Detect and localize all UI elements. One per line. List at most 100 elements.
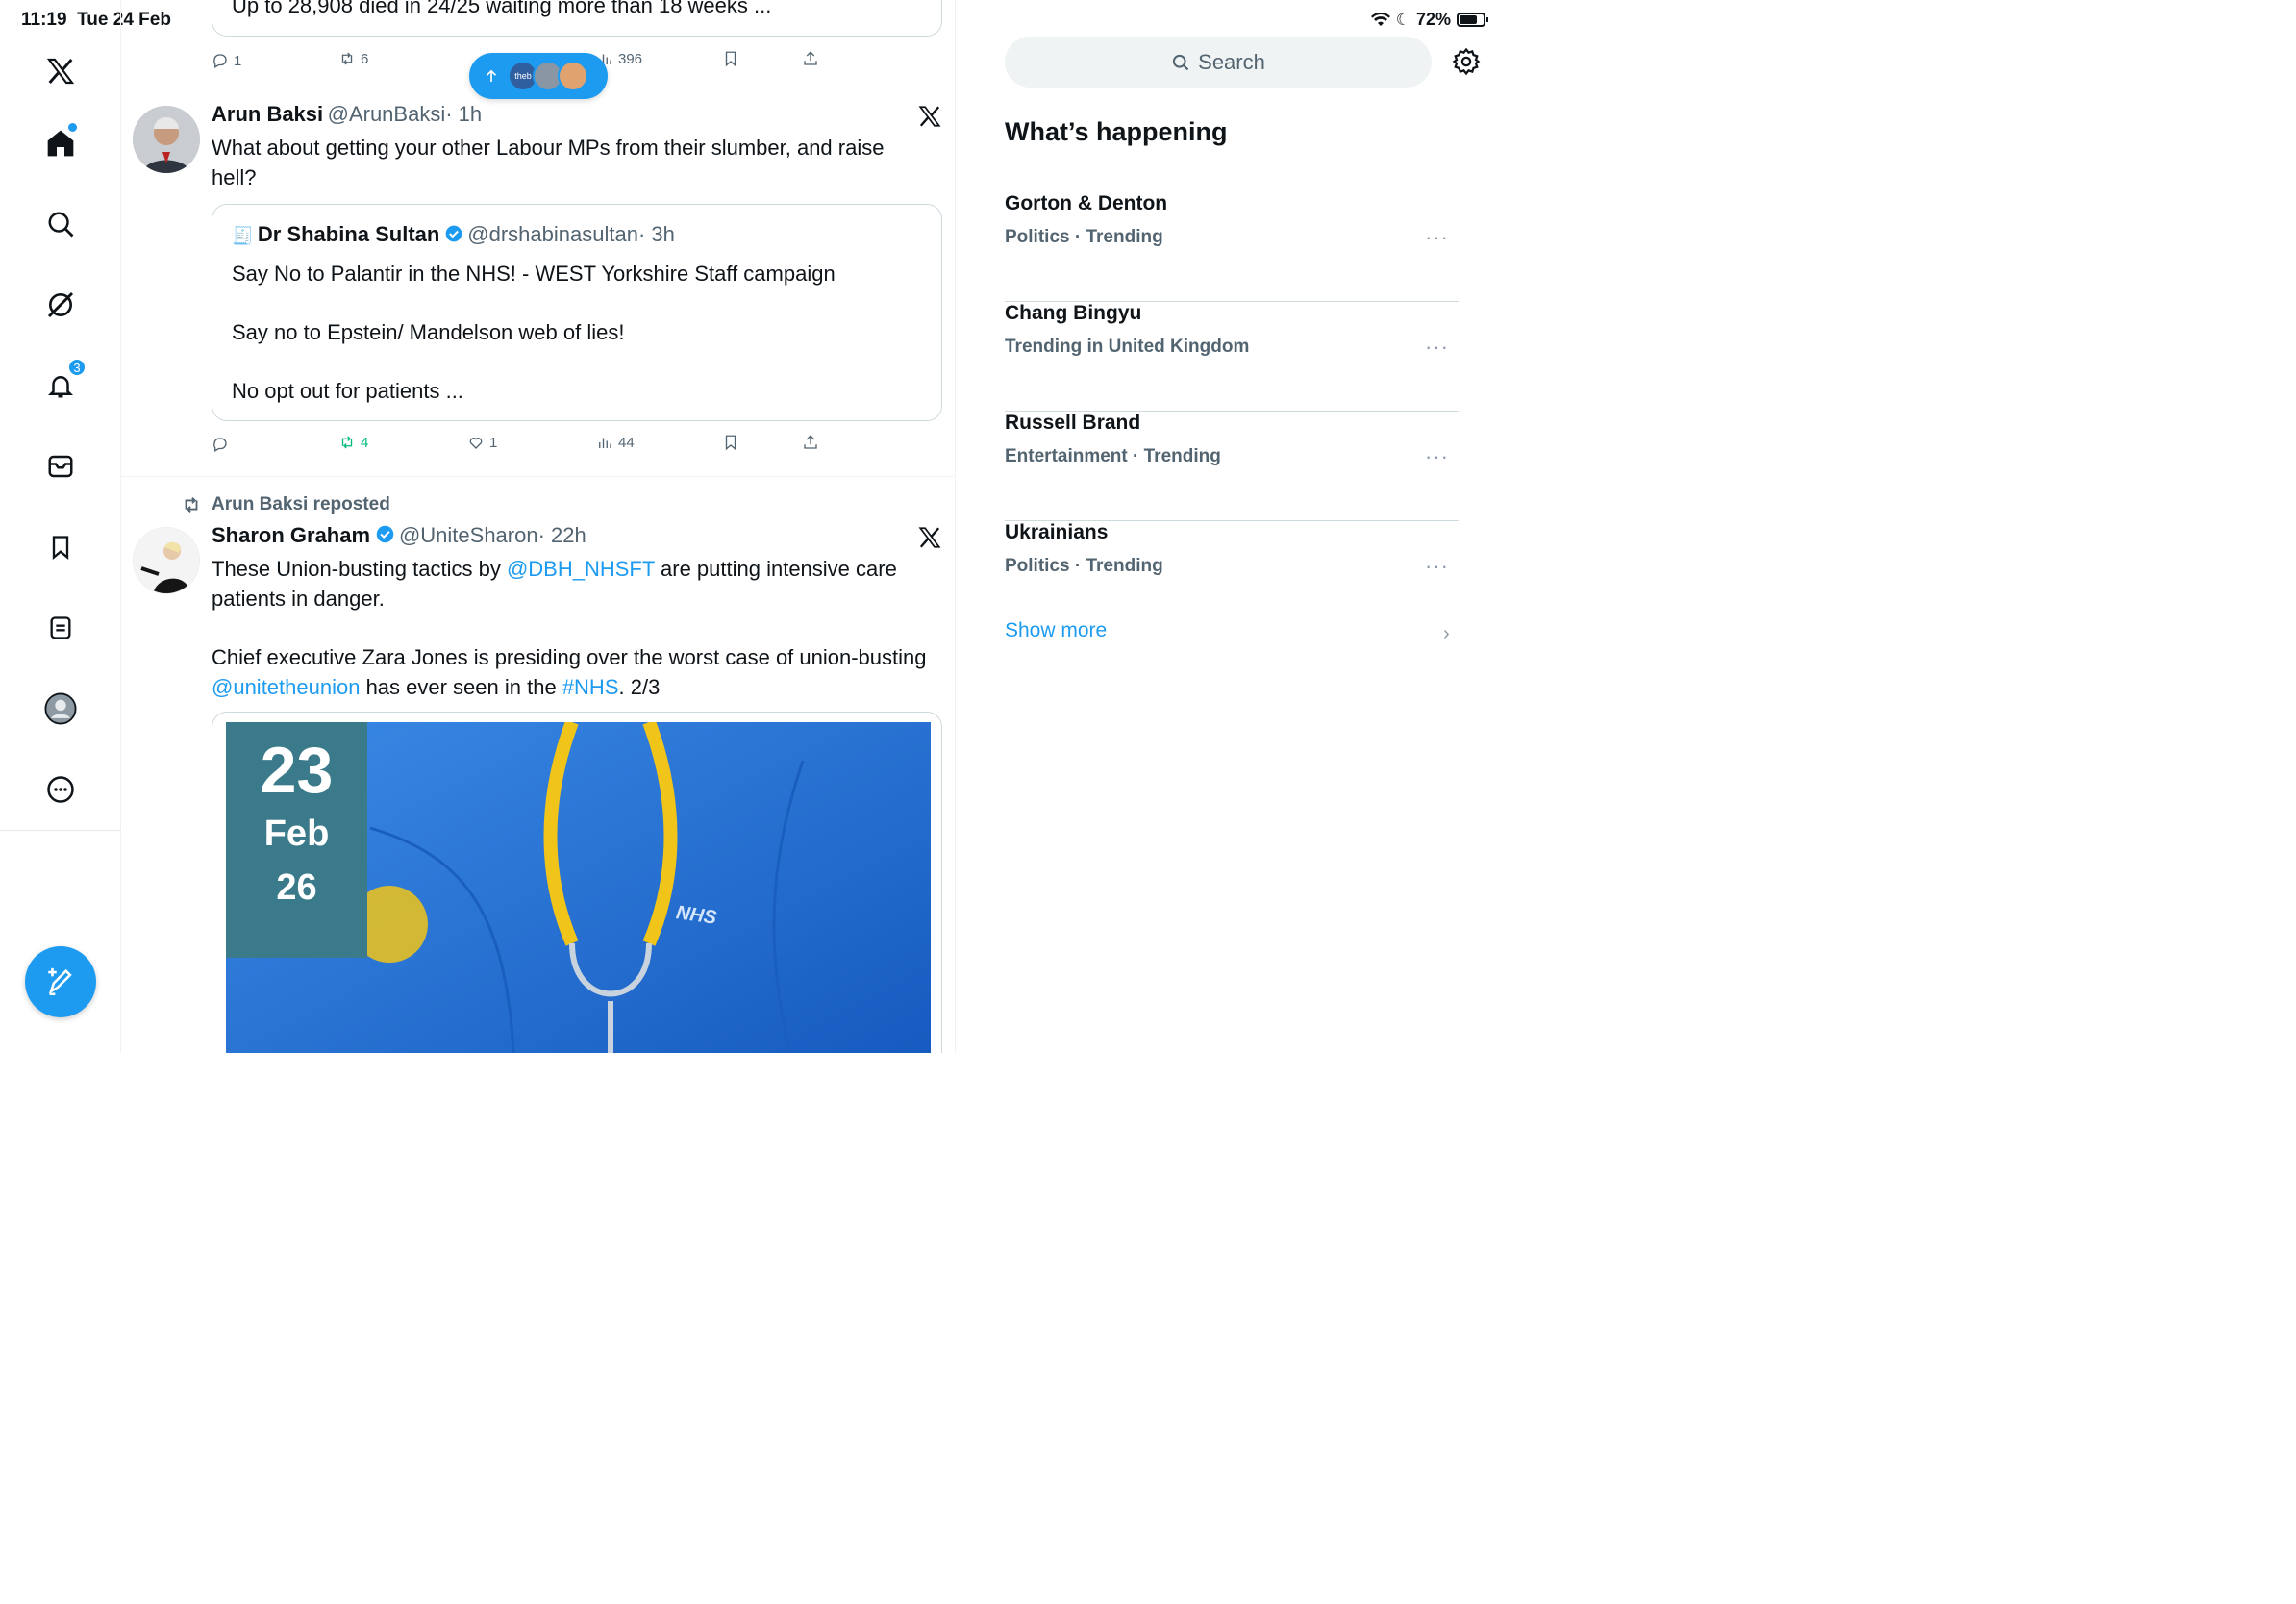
trend-more-icon[interactable]: ··· xyxy=(1425,225,1449,250)
heart-icon xyxy=(469,438,483,449)
repost-button-active[interactable]: 4 xyxy=(338,434,368,451)
lists-icon[interactable] xyxy=(38,606,83,650)
author-name[interactable]: Sharon Graham xyxy=(212,523,370,547)
settings-gear-icon[interactable] xyxy=(1449,44,1484,79)
bookmark-icon xyxy=(725,435,736,451)
moon-icon: ☾ xyxy=(1395,10,1410,29)
messages-icon[interactable] xyxy=(38,444,83,489)
views-button[interactable]: 44 xyxy=(596,434,635,451)
author-handle[interactable]: @ArunBaksi xyxy=(328,102,446,126)
compose-feather-icon xyxy=(48,967,72,996)
trend-item[interactable]: Chang Bingyu Trending in United Kingdom … xyxy=(1005,302,1459,412)
trend-meta: Trending in United Kingdom xyxy=(1005,337,1250,357)
repost-icon xyxy=(185,497,198,513)
home-unread-dot xyxy=(68,123,77,132)
date-year: 26 xyxy=(276,867,317,908)
verified-badge-icon xyxy=(445,225,462,242)
bookmark-button[interactable] xyxy=(722,50,739,67)
bookmark-button[interactable] xyxy=(722,434,739,451)
bookmarks-icon[interactable] xyxy=(38,525,83,569)
tweet-header: Arun Baksi @ArunBaksi· 1h xyxy=(212,102,482,127)
trend-meta: Politics · Trending xyxy=(1005,556,1163,576)
timeline[interactable]: Up to 28,908 died in 24/25 waiting more … xyxy=(121,0,956,1053)
share-icon xyxy=(804,51,817,65)
grok-icon[interactable] xyxy=(38,283,83,327)
quote-line-1: Say No to Palantir in the NHS! - WEST Yo… xyxy=(232,262,836,286)
mention-link[interactable]: @unitetheunion xyxy=(212,675,360,699)
mention-link[interactable]: @DBH_NHSFT xyxy=(507,557,655,581)
share-icon xyxy=(804,435,817,449)
top-quote-card[interactable]: Up to 28,908 died in 24/25 waiting more … xyxy=(212,0,942,37)
tweet-header: Sharon Graham @UniteSharon· 22h xyxy=(212,523,586,548)
reply-button[interactable]: 1 xyxy=(212,52,241,69)
quote-line-3: No opt out for patients ... xyxy=(232,379,463,403)
avatar[interactable] xyxy=(133,106,200,173)
trend-more-icon[interactable]: ··· xyxy=(1425,335,1449,360)
tweet-text: What about getting your other Labour MPs… xyxy=(212,136,885,189)
trend-more-icon[interactable]: ··· xyxy=(1425,444,1449,469)
trend-name: Gorton & Denton xyxy=(1005,192,1168,214)
battery-icon xyxy=(1457,13,1488,27)
tweet-time: · 22h xyxy=(537,523,586,547)
receipt-emoji-icon: 🧾 xyxy=(232,226,254,245)
date-month: Feb xyxy=(263,814,330,854)
quote-line-2: Say no to Epstein/ Mandelson web of lies… xyxy=(232,320,625,344)
repost-button[interactable]: 6 xyxy=(338,50,368,67)
quote-time: · 3h xyxy=(637,222,675,246)
date-day: 23 xyxy=(260,734,334,807)
x-source-icon xyxy=(917,525,942,555)
x-source-icon xyxy=(917,104,942,134)
tweet-media-image[interactable]: NHS 23 Feb 26 xyxy=(212,712,942,1053)
hashtag-link[interactable]: #NHS xyxy=(562,675,619,699)
trend-meta: Politics · Trending xyxy=(1005,227,1163,247)
new-posts-pill[interactable]: theb xyxy=(469,53,608,99)
reply-icon xyxy=(213,54,227,68)
author-name[interactable]: Arun Baksi xyxy=(212,102,323,126)
share-button[interactable] xyxy=(802,50,819,67)
trend-item[interactable]: Ukrainians Politics · Trending ··· xyxy=(1005,521,1459,631)
quote-header: 🧾 Dr Shabina Sultan @drshabinasultan· 3h xyxy=(232,222,675,247)
share-button[interactable] xyxy=(802,434,819,451)
trend-name: Russell Brand xyxy=(1005,412,1141,434)
notifications-badge: 3 xyxy=(67,358,87,377)
search-input[interactable]: Search xyxy=(1005,37,1432,88)
reply-icon xyxy=(213,438,227,452)
repost-icon xyxy=(341,52,353,65)
show-more-link[interactable]: Show more xyxy=(1005,619,1107,642)
trend-name: Ukrainians xyxy=(1005,521,1109,543)
tweet-text-paragraph-2: Chief executive Zara Jones is presiding … xyxy=(212,645,927,699)
x-logo-icon[interactable] xyxy=(38,49,83,93)
compose-button[interactable] xyxy=(25,946,96,1017)
avatar[interactable] xyxy=(133,527,200,594)
sidebar-divider xyxy=(0,830,121,831)
tweet-time: · 1h xyxy=(445,102,483,126)
like-button[interactable]: 1 xyxy=(467,434,497,451)
profile-avatar-icon[interactable] xyxy=(38,687,83,731)
quoted-tweet[interactable]: 🧾 Dr Shabina Sultan @drshabinasultan· 3h… xyxy=(212,204,942,421)
tweet-text-paragraph-1: These Union-busting tactics by @DBH_NHSF… xyxy=(212,557,897,611)
quote-author-name: Dr Shabina Sultan xyxy=(257,222,440,246)
views-icon xyxy=(599,438,611,448)
trend-meta: Entertainment · Trending xyxy=(1005,446,1221,466)
reply-button[interactable] xyxy=(212,436,234,453)
repost-icon xyxy=(341,436,353,449)
author-handle[interactable]: @UniteSharon xyxy=(399,523,538,547)
trend-item[interactable]: Russell Brand Entertainment · Trending ·… xyxy=(1005,412,1459,521)
search-icon xyxy=(1173,54,1189,70)
notifications-bell-icon[interactable]: 3 xyxy=(38,358,87,408)
tweet-separator xyxy=(121,476,955,477)
chevron-right-icon[interactable]: › xyxy=(1443,623,1450,645)
date-tile: 23 Feb 26 xyxy=(226,722,367,958)
quote-author-handle: @drshabinasultan xyxy=(467,222,638,246)
search-icon[interactable] xyxy=(38,202,83,246)
home-icon[interactable] xyxy=(38,121,83,165)
top-quote-text: Up to 28,908 died in 24/25 waiting more … xyxy=(232,0,772,17)
trend-item[interactable]: Gorton & Denton Politics · Trending ··· xyxy=(1005,192,1459,302)
repost-context[interactable]: Arun Baksi reposted xyxy=(181,494,390,515)
wifi-icon xyxy=(1370,12,1390,26)
whats-happening-title: What’s happening xyxy=(1005,117,1228,146)
trend-more-icon[interactable]: ··· xyxy=(1425,554,1449,579)
more-options-icon[interactable] xyxy=(38,767,83,812)
battery-percent: 72% xyxy=(1415,10,1451,29)
verified-badge-icon xyxy=(376,525,393,543)
